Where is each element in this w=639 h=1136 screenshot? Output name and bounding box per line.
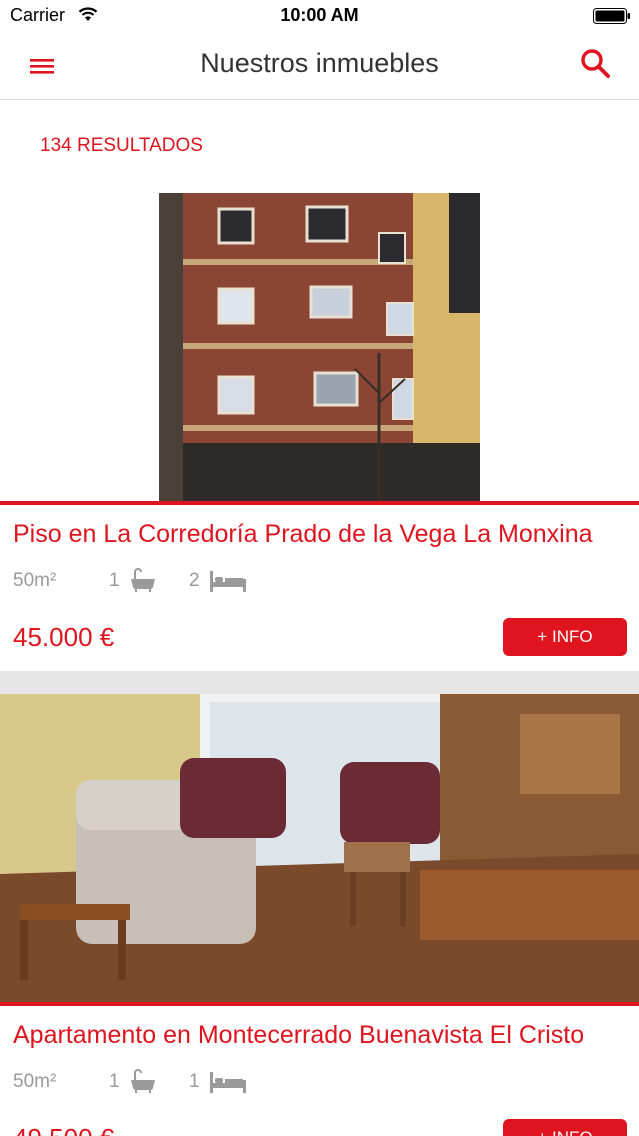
hamburger-menu-icon[interactable]	[26, 52, 58, 80]
listing-photo[interactable]	[159, 193, 480, 501]
card-separator	[0, 671, 639, 694]
listing-card[interactable]: Piso en La Corredoría Prado de la Vega L…	[0, 193, 639, 671]
listing-price: 45.000 €	[13, 622, 115, 652]
more-info-button[interactable]: + INFO	[503, 618, 627, 656]
page-title: Nuestros inmuebles	[200, 48, 439, 78]
status-time: 10:00 AM	[280, 5, 359, 25]
listing-price: 49.500 €	[13, 1123, 114, 1136]
area-value: 50m²	[13, 1071, 57, 1092]
bed-icon	[210, 1072, 246, 1093]
bathrooms-value: 1	[109, 1071, 120, 1092]
photo-divider	[0, 1002, 639, 1006]
area-value: 50m²	[13, 570, 57, 591]
bed-icon	[210, 571, 246, 592]
photo-divider	[0, 501, 639, 505]
results-count: 134 RESULTADOS	[40, 135, 203, 156]
nav-bar: Nuestros inmuebles	[0, 32, 639, 100]
bathtub-icon	[131, 568, 155, 592]
battery-icon	[593, 8, 630, 24]
listing-title[interactable]: Piso en La Corredoría Prado de la Vega L…	[13, 520, 593, 549]
bedrooms-value: 2	[189, 570, 200, 591]
listing-card[interactable]: Apartamento en Montecerrado Buenavista E…	[0, 694, 639, 1136]
listing-features: 50m² 1 1	[13, 1068, 413, 1098]
status-bar: Carrier 10:00 AM	[0, 0, 639, 32]
listing-photo[interactable]	[0, 694, 639, 1002]
bathrooms-value: 1	[109, 570, 120, 591]
listing-title[interactable]: Apartamento en Montecerrado Buenavista E…	[13, 1021, 584, 1050]
bathtub-icon	[131, 1069, 155, 1093]
listing-features: 50m² 1 2	[13, 567, 413, 597]
search-icon[interactable]	[578, 46, 614, 82]
bedrooms-value: 1	[189, 1071, 200, 1092]
more-info-button[interactable]: + INFO	[503, 1119, 627, 1136]
